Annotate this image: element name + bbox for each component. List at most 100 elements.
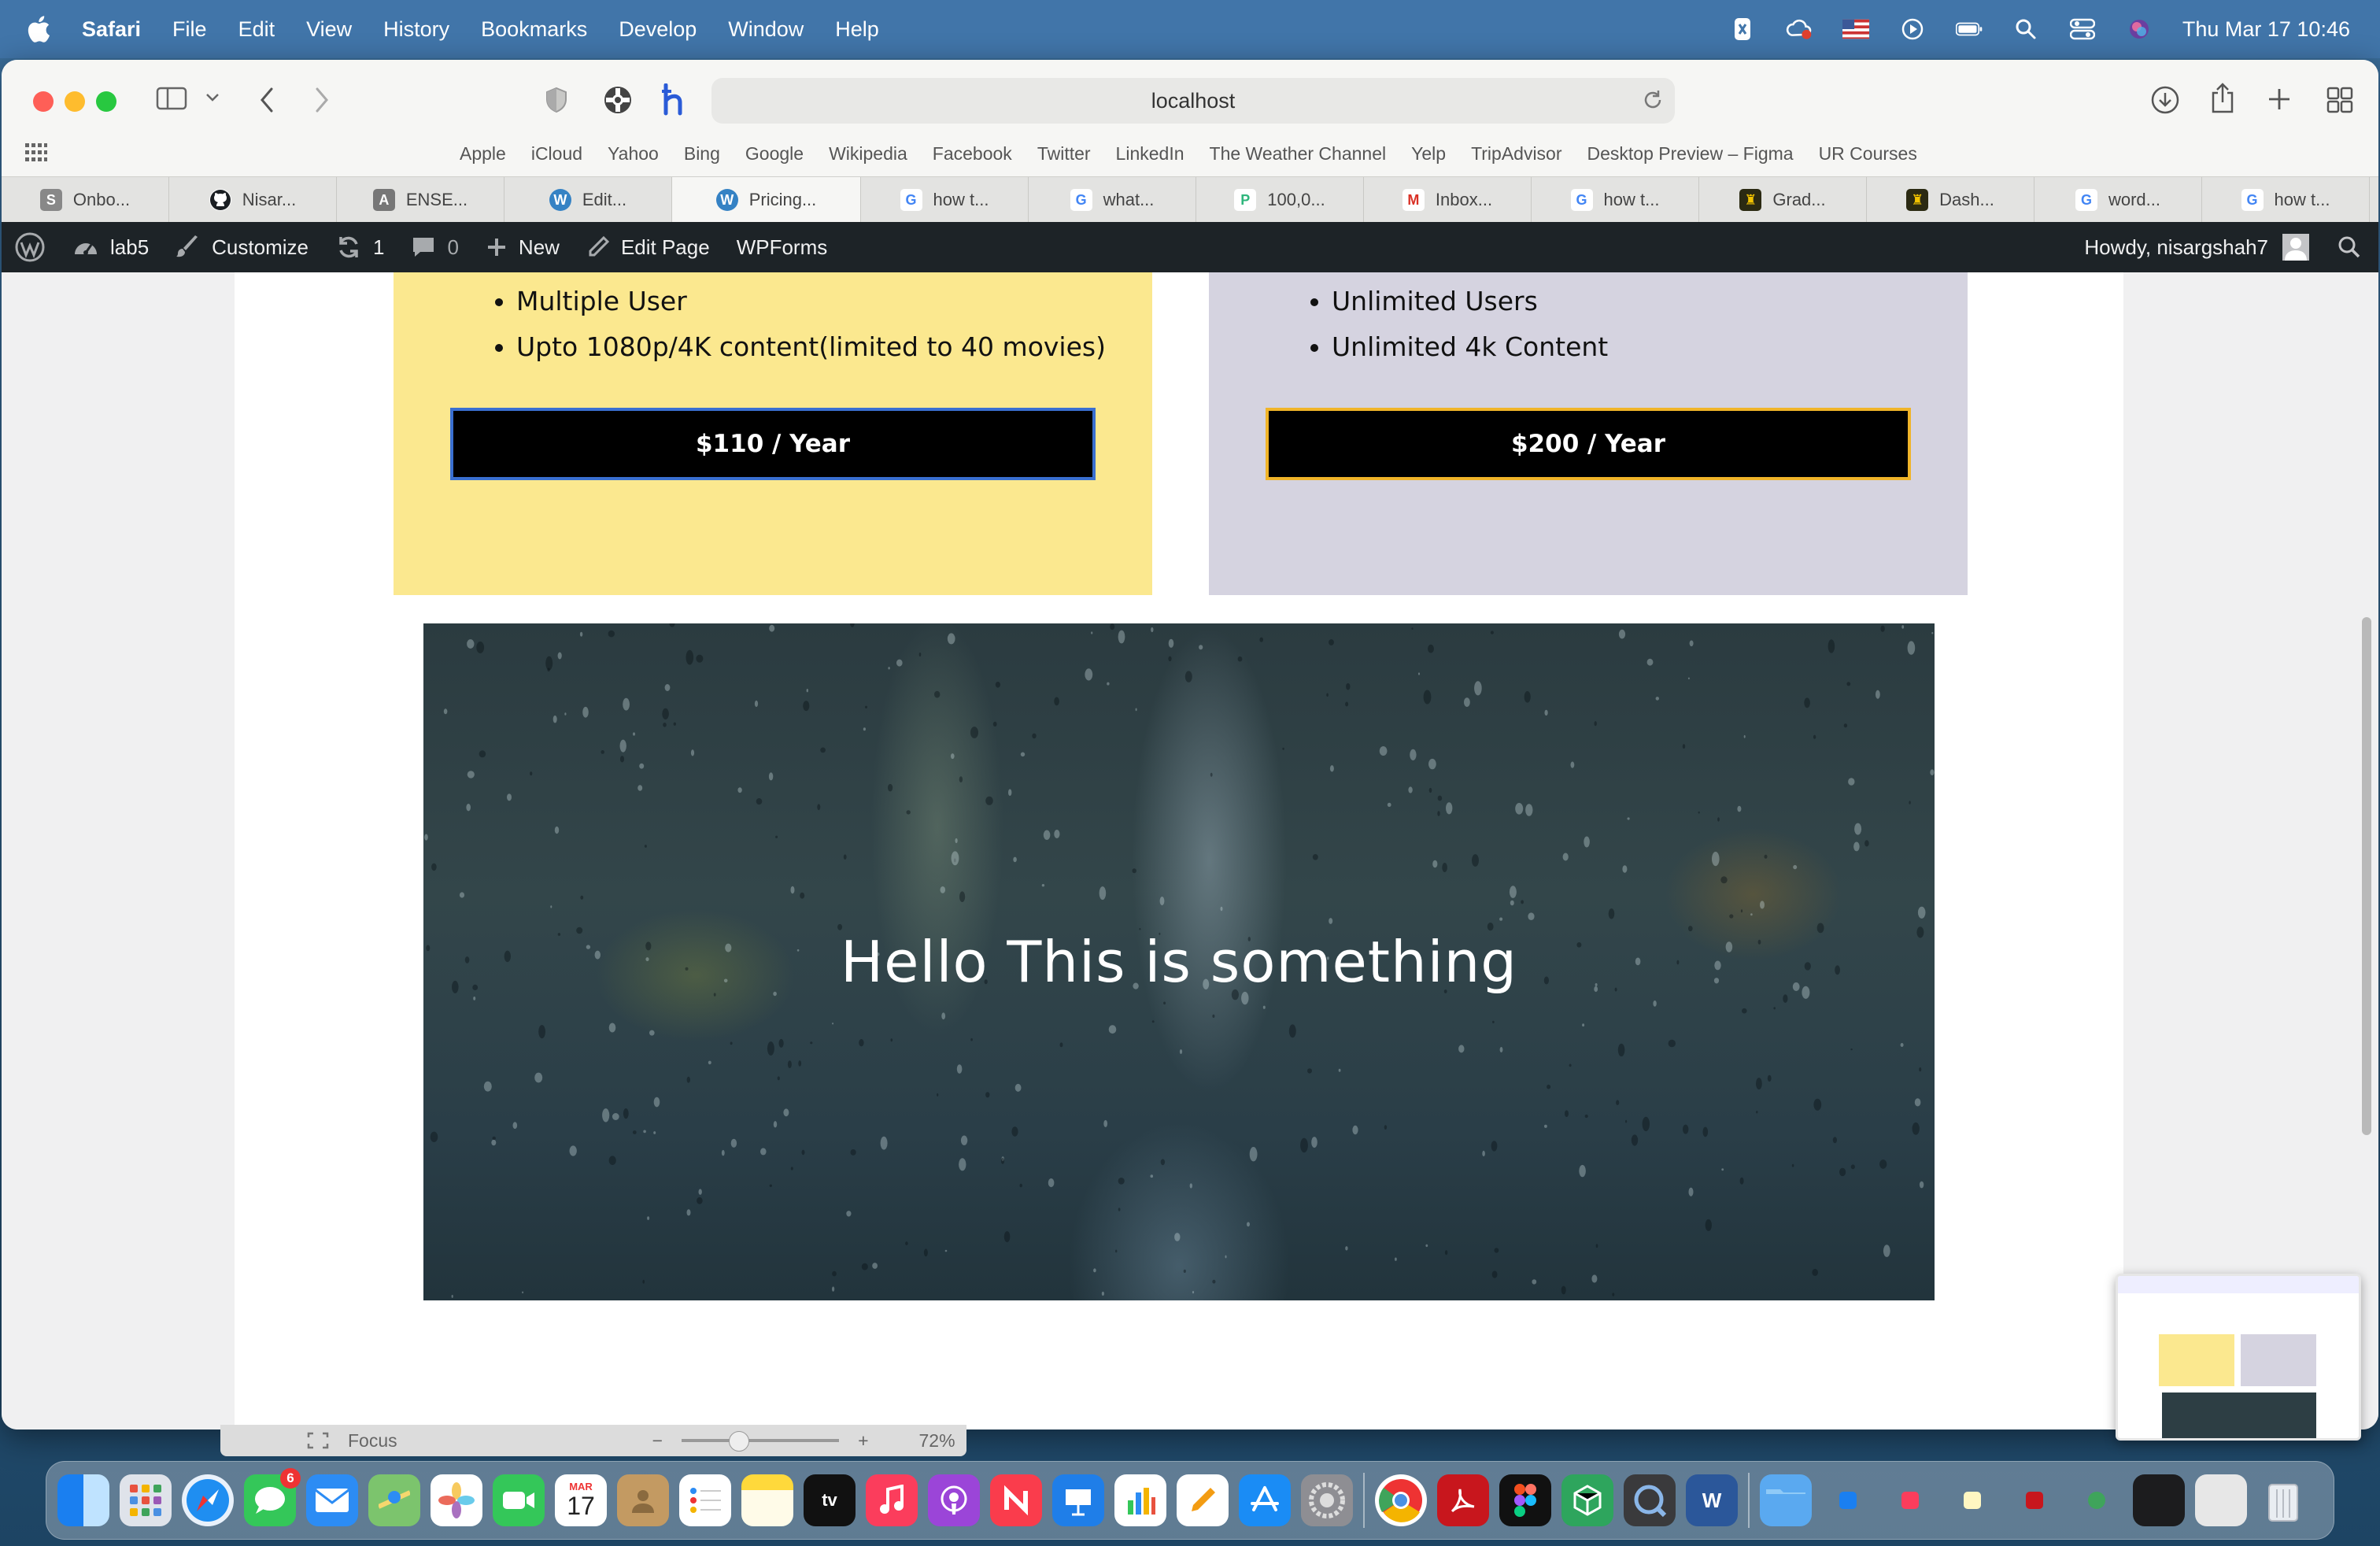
edit-page-link[interactable]: Edit Page xyxy=(586,235,710,260)
apple-tv-icon[interactable]: tv xyxy=(804,1474,856,1526)
tab-edit[interactable]: W Edit... xyxy=(504,177,672,223)
figma-icon[interactable] xyxy=(1499,1474,1551,1526)
xcode-status-icon[interactable] xyxy=(1729,16,1756,43)
battery-icon[interactable] xyxy=(1955,16,1983,43)
maps-icon[interactable] xyxy=(368,1474,420,1526)
account-greeting[interactable]: Howdy, nisargshah7 xyxy=(2084,235,2268,260)
wpforms-link[interactable]: WPForms xyxy=(737,235,828,260)
favorite-linkedin[interactable]: LinkedIn xyxy=(1116,143,1184,165)
favorite-bing[interactable]: Bing xyxy=(684,143,720,165)
siri-icon[interactable] xyxy=(2126,16,2153,43)
creative-cloud-icon[interactable] xyxy=(1786,16,1813,43)
menu-help[interactable]: Help xyxy=(835,17,879,42)
menu-file[interactable]: File xyxy=(172,17,207,42)
music-icon[interactable] xyxy=(866,1474,918,1526)
avatar[interactable] xyxy=(2282,234,2309,261)
screenshot-thumbnail[interactable] xyxy=(2116,1274,2361,1441)
finder-icon[interactable] xyxy=(57,1474,109,1526)
price-button-200[interactable]: $200 / Year xyxy=(1266,408,1911,480)
favorite-apple[interactable]: Apple xyxy=(460,143,506,165)
tab-google-how-3[interactable]: G how t... xyxy=(2202,177,2370,223)
system-preferences-icon[interactable] xyxy=(1301,1474,1353,1526)
messages-icon[interactable]: 6 xyxy=(244,1468,301,1526)
launchpad-icon[interactable] xyxy=(120,1474,172,1526)
tab-google-how-2[interactable]: G how t... xyxy=(1532,177,1699,223)
chevron-down-icon[interactable] xyxy=(205,91,220,104)
updates-link[interactable]: 1 xyxy=(335,234,384,261)
customize-link[interactable]: Customize xyxy=(176,235,309,260)
forward-button[interactable] xyxy=(313,87,331,113)
menu-bookmarks[interactable]: Bookmarks xyxy=(481,17,587,42)
photos-icon[interactable] xyxy=(431,1474,482,1526)
favorite-twitter[interactable]: Twitter xyxy=(1037,143,1091,165)
privacy-shield-icon[interactable] xyxy=(545,87,568,113)
tab-dashboard[interactable]: ♜ Dash... xyxy=(1867,177,2034,223)
favorite-figma-preview[interactable]: Desktop Preview – Figma xyxy=(1587,143,1794,165)
site-name-link[interactable]: lab5 xyxy=(72,235,149,260)
url-text[interactable]: localhost xyxy=(1151,89,1236,113)
address-bar[interactable]: localhost xyxy=(711,78,1675,124)
minimized-window-preview-icon[interactable] xyxy=(2195,1474,2247,1526)
mail-icon[interactable] xyxy=(306,1474,358,1526)
tab-overview-icon[interactable] xyxy=(2326,87,2353,113)
favorite-yahoo[interactable]: Yahoo xyxy=(608,143,659,165)
favorite-ur-courses[interactable]: UR Courses xyxy=(1819,143,1917,165)
tab-ense[interactable]: A ENSE... xyxy=(337,177,504,223)
back-button[interactable] xyxy=(258,87,275,113)
tab-onboarding[interactable]: S Onbo... xyxy=(2,177,169,223)
favorite-weather-channel[interactable]: The Weather Channel xyxy=(1210,143,1387,165)
zoom-out-icon[interactable]: − xyxy=(652,1430,663,1452)
tab-gmail-inbox[interactable]: M Inbox... xyxy=(1364,177,1532,223)
tab-pricing[interactable]: W Pricing... xyxy=(672,177,861,223)
app-store-icon[interactable] xyxy=(1239,1474,1291,1526)
numbers-icon[interactable] xyxy=(1114,1474,1166,1526)
pages-icon[interactable] xyxy=(1177,1474,1229,1526)
control-center-icon[interactable] xyxy=(2069,16,2096,43)
minimized-window-finder-icon[interactable] xyxy=(1822,1474,1874,1526)
minimize-window-button[interactable] xyxy=(65,91,85,112)
trash-icon[interactable] xyxy=(2257,1474,2309,1526)
favorite-icloud[interactable]: iCloud xyxy=(531,143,582,165)
menu-app-name[interactable]: Safari xyxy=(82,17,141,42)
apps-grid-icon[interactable] xyxy=(25,143,47,162)
green-app-icon[interactable] xyxy=(1561,1474,1613,1526)
tab-grades[interactable]: ♜ Grad... xyxy=(1699,177,1867,223)
menu-develop[interactable]: Develop xyxy=(619,17,697,42)
chrome-icon[interactable] xyxy=(1375,1474,1427,1526)
tab-google-word[interactable]: G word... xyxy=(2034,177,2202,223)
new-tab-icon[interactable] xyxy=(2267,87,2292,112)
downloads-icon[interactable] xyxy=(2150,85,2180,115)
menu-edit[interactable]: Edit xyxy=(238,17,275,42)
favorite-facebook[interactable]: Facebook xyxy=(933,143,1012,165)
honey-extension-icon[interactable] xyxy=(660,83,688,117)
acrobat-icon[interactable] xyxy=(1437,1474,1489,1526)
calendar-icon[interactable]: MAR 17 xyxy=(555,1474,607,1526)
menu-history[interactable]: History xyxy=(383,17,449,42)
flag-us-icon[interactable] xyxy=(1842,16,1869,43)
new-content-link[interactable]: New xyxy=(486,235,560,260)
zoom-in-icon[interactable]: + xyxy=(858,1430,868,1452)
wordpress-logo-icon[interactable] xyxy=(14,231,46,263)
close-window-button[interactable] xyxy=(33,91,54,112)
focus-label[interactable]: Focus xyxy=(348,1430,397,1452)
menu-view[interactable]: View xyxy=(306,17,352,42)
contacts-icon[interactable] xyxy=(617,1474,669,1526)
favorite-google[interactable]: Google xyxy=(745,143,804,165)
tab-google-what[interactable]: G what... xyxy=(1029,177,1196,223)
notes-icon[interactable] xyxy=(741,1474,793,1526)
apple-menu-icon[interactable] xyxy=(27,15,50,43)
focus-mode-icon[interactable] xyxy=(307,1432,329,1449)
zoom-slider[interactable] xyxy=(682,1431,840,1452)
minimized-window-notes-icon[interactable] xyxy=(1946,1474,1998,1526)
tab-google-how[interactable]: G how t... xyxy=(861,177,1029,223)
minimized-window-terminal-icon[interactable] xyxy=(2133,1474,2185,1526)
favorite-yelp[interactable]: Yelp xyxy=(1411,143,1446,165)
quicktime-icon[interactable] xyxy=(1624,1474,1676,1526)
downloads-folder-icon[interactable] xyxy=(1760,1474,1812,1526)
price-button-110[interactable]: $110 / Year xyxy=(450,408,1096,480)
reminders-icon[interactable] xyxy=(679,1474,731,1526)
play-icon[interactable] xyxy=(1899,16,1926,43)
zoom-slider-knob[interactable] xyxy=(729,1431,750,1452)
spotlight-search-icon[interactable] xyxy=(2012,16,2039,43)
tab-github[interactable]: Nisar... xyxy=(169,177,337,223)
